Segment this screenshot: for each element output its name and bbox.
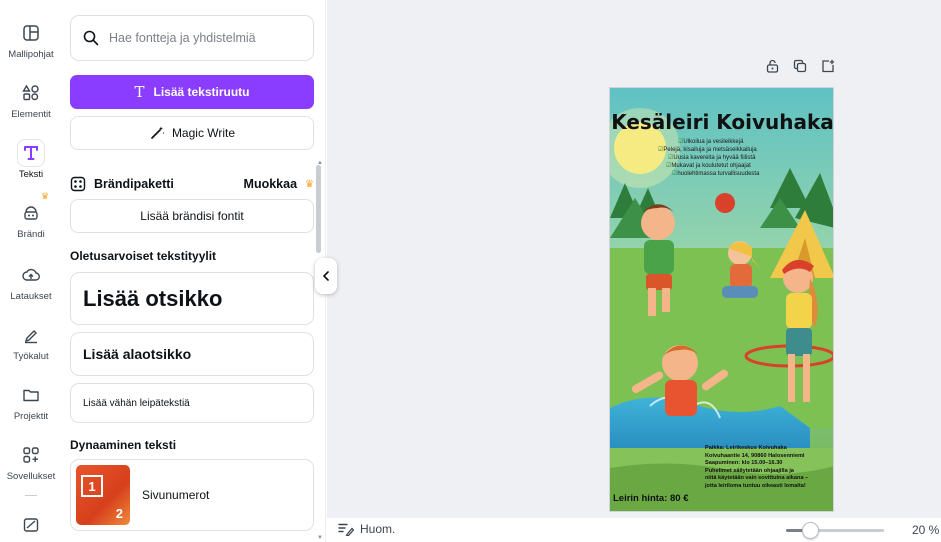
collapse-panel-button[interactable] xyxy=(315,258,337,294)
notes-button[interactable]: Huom. xyxy=(338,522,395,536)
notes-label: Huom. xyxy=(360,522,396,536)
add-heading-label: Lisää otsikko xyxy=(83,285,223,311)
rail-label: Sovellukset xyxy=(6,471,56,482)
canva-editor: Mallipohjat Elementit Teksti ♛ Brändi La xyxy=(0,0,941,542)
poster-list-item-cont: huolehtimassa turvallisuudesta xyxy=(658,170,808,178)
page-numbers-label: Sivunumerot xyxy=(142,488,210,502)
add-textbox-label: Lisää tekstiruutu xyxy=(153,85,250,99)
poster-list-item: Pelejä, kisailuja ja metsäseikkailuja xyxy=(658,146,808,154)
info-line: Koivuhaantie 14, 90860 Halosenniemi xyxy=(705,452,805,459)
rail-item-tools[interactable]: Työkalut xyxy=(0,322,62,362)
chevron-left-icon xyxy=(322,271,329,281)
add-body-text-button[interactable]: Lisää vähän leipätekstiä xyxy=(70,383,314,423)
apps-icon xyxy=(18,442,44,468)
info-line: Puhelimet säilytetään ohjaajilla ja xyxy=(705,467,794,474)
rail-item-text[interactable]: Teksti xyxy=(0,140,62,180)
rail-item-projects[interactable]: Projektit xyxy=(0,382,62,422)
add-heading-button[interactable]: Lisää otsikko xyxy=(70,272,314,325)
panel-scrollbar[interactable] xyxy=(316,165,321,253)
rail-item-brand[interactable]: Brändi xyxy=(0,200,62,240)
magic-write-button[interactable]: Magic Write xyxy=(70,116,314,150)
text-icon xyxy=(18,140,44,166)
magic-write-label: Magic Write xyxy=(171,126,236,140)
poster-title[interactable]: Kesäleiri Koivuhaka xyxy=(610,110,833,134)
brand-kit-row: Brändipaketti Muokkaa ♛ xyxy=(70,174,314,194)
poster-list-item: Mukavat ja koulutetut ohjaajat xyxy=(658,162,808,170)
add-subheading-button[interactable]: Lisää alaotsikko xyxy=(70,332,314,376)
info-line: jotta leiriloma tuntuu oikeasti lomalta! xyxy=(705,482,806,489)
notes-icon xyxy=(338,523,354,536)
page-numbers-thumbnail: 1 2 xyxy=(76,465,130,525)
rail-label: Projektit xyxy=(13,411,49,422)
add-page-icon[interactable] xyxy=(820,58,836,74)
tools-icon xyxy=(18,322,44,348)
rail-item-elements[interactable]: Elementit xyxy=(0,80,62,120)
rail-item-magic[interactable] xyxy=(0,512,62,538)
text-panel: T Lisää tekstiruutu Magic Write Brändipa… xyxy=(62,0,326,542)
rail-item-templates[interactable]: Mallipohjat xyxy=(0,20,62,60)
poster-price[interactable]: Leirin hinta: 80 € xyxy=(613,493,689,504)
page-tools xyxy=(764,58,836,74)
templates-icon xyxy=(18,20,44,46)
add-brand-fonts-button[interactable]: Lisää brändisi fontit xyxy=(70,199,314,233)
brand-kit-label: Brändipaketti xyxy=(94,177,174,191)
rail-label: Lataukset xyxy=(10,291,52,302)
poster-list-item: Uusia kavereita ja hyvää fiilistä xyxy=(658,154,808,162)
rail-label: Työkalut xyxy=(13,351,49,362)
rail-label: Brändi xyxy=(17,229,45,240)
default-styles-heading: Oletusarvoiset tekstityylit xyxy=(70,249,217,263)
dynamic-text-heading: Dynaaminen teksti xyxy=(70,438,177,452)
poster-page[interactable]: Kesäleiri Koivuhaka Ulkoilua ja vesileik… xyxy=(609,87,834,512)
add-brand-fonts-label: Lisää brändisi fontit xyxy=(140,209,244,223)
info-line: Paikka: Leirikeskus Koivuhaka xyxy=(705,445,787,451)
scroll-down-arrow[interactable]: ▼ xyxy=(317,535,323,541)
rail-label: Elementit xyxy=(11,109,51,120)
rail-item-uploads[interactable]: Lataukset xyxy=(0,262,62,302)
folder-icon xyxy=(18,382,44,408)
duplicate-page-icon[interactable] xyxy=(792,58,808,74)
uploads-icon xyxy=(18,262,44,288)
brand-icon xyxy=(18,200,44,226)
crown-icon: ♛ xyxy=(305,178,314,190)
brand-edit-link[interactable]: Muokkaa xyxy=(244,177,298,191)
thumb-number-1: 1 xyxy=(81,475,103,497)
rail-label: Teksti xyxy=(18,169,44,180)
rail-divider xyxy=(25,495,37,496)
zoom-slider-thumb[interactable] xyxy=(802,522,819,539)
rail-label: Mallipohjat xyxy=(8,49,54,60)
page-numbers-card[interactable]: 1 2 Sivunumerot xyxy=(70,459,314,531)
info-line: niitä käytetään vain sovittuina aikana – xyxy=(705,475,809,482)
lock-icon[interactable] xyxy=(764,58,780,74)
zoom-value[interactable]: 20 % xyxy=(912,523,939,537)
left-rail: Mallipohjat Elementit Teksti ♛ Brändi La xyxy=(0,0,62,542)
brand-kit-icon xyxy=(70,176,86,192)
font-search[interactable] xyxy=(70,15,314,61)
rail-item-apps[interactable]: Sovellukset xyxy=(0,442,62,482)
magic-wand-icon xyxy=(151,126,165,139)
add-textbox-button[interactable]: T Lisää tekstiruutu xyxy=(70,75,314,109)
elements-icon xyxy=(18,80,44,106)
add-subheading-label: Lisää alaotsikko xyxy=(83,346,192,362)
add-body-label: Lisää vähän leipätekstiä xyxy=(83,397,190,409)
text-t-icon: T xyxy=(134,83,145,101)
info-line: Saapuminen: klo 15.00–16.30 xyxy=(705,460,783,467)
poster-list-item: Ulkoilua ja vesileikkejä xyxy=(658,138,808,146)
poster-info[interactable]: Paikka: Leirikeskus Koivuhaka Koivuhaant… xyxy=(705,445,833,491)
search-icon xyxy=(83,30,99,46)
poster-list[interactable]: Ulkoilua ja vesileikkejä Pelejä, kisailu… xyxy=(658,138,808,178)
search-input[interactable] xyxy=(109,31,309,45)
thumb-number-2: 2 xyxy=(115,506,123,521)
magic-media-icon xyxy=(18,512,44,538)
